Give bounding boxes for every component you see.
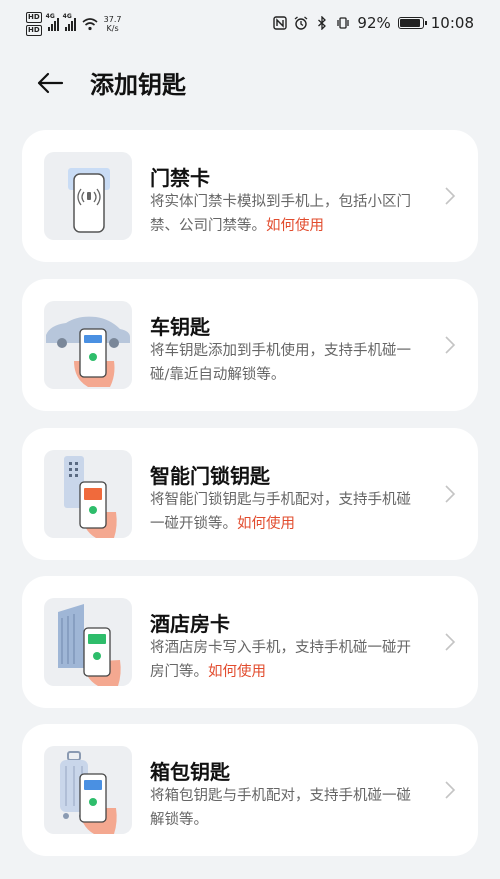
chevron-right-icon [445, 336, 456, 354]
hd-badge: HD [26, 25, 42, 36]
car-key-item[interactable]: 车钥匙 将车钥匙添加到手机使用，支持手机碰一碰/靠近自动解锁等。 [22, 279, 478, 411]
card-description: 将车钥匙添加到手机使用，支持手机碰一碰/靠近自动解锁等。 [150, 339, 424, 387]
hd-indicators: HD HD [26, 12, 42, 36]
how-to-use-link[interactable]: 如何使用 [237, 516, 295, 532]
car-key-illustration [44, 301, 132, 389]
card-title: 门禁卡 [150, 166, 210, 190]
net-speed: 37.7 K/s [104, 15, 122, 33]
access-card-illustration [44, 152, 132, 240]
page-header: 添加钥匙 [0, 55, 500, 111]
luggage-key-illustration [44, 746, 132, 834]
card-description: 将酒店房卡写入手机，支持手机碰一碰开房门等。如何使用 [150, 636, 424, 684]
card-desc-text: 将箱包钥匙与手机配对，支持手机碰一碰解锁等。 [150, 788, 411, 828]
bluetooth-icon [318, 16, 327, 30]
status-right-group: 92% 10:08 [273, 14, 474, 32]
hotel-card-illustration [44, 598, 132, 686]
card-title: 箱包钥匙 [150, 760, 230, 784]
card-title: 智能门锁钥匙 [150, 464, 270, 488]
how-to-use-link[interactable]: 如何使用 [266, 218, 324, 234]
wifi-icon [82, 18, 98, 31]
status-bar: HD HD 4G 4G 37.7 K/s 92% 10:08 [0, 0, 500, 50]
network-tag: 4G [62, 13, 72, 20]
chevron-right-icon [445, 781, 456, 799]
card-description: 将智能门锁钥匙与手机配对，支持手机碰一碰开锁等。如何使用 [150, 488, 424, 536]
access-card-item[interactable]: 门禁卡 将实体门禁卡模拟到手机上，包括小区门禁、公司门禁等。如何使用 [22, 130, 478, 262]
smart-lock-key-item[interactable]: 智能门锁钥匙 将智能门锁钥匙与手机配对，支持手机碰一碰开锁等。如何使用 [22, 428, 478, 560]
hd-badge: HD [26, 12, 42, 23]
net-speed-value: 37.7 [103, 15, 122, 24]
chevron-right-icon [445, 187, 456, 205]
net-speed-unit: K/s [106, 24, 119, 33]
alarm-icon [295, 16, 308, 30]
network-tag: 4G [45, 13, 55, 20]
how-to-use-link[interactable]: 如何使用 [208, 664, 266, 680]
card-title: 酒店房卡 [150, 612, 230, 636]
smart-lock-illustration [44, 450, 132, 538]
card-desc-text: 将酒店房卡写入手机，支持手机碰一碰开房门等。 [150, 640, 411, 680]
card-description: 将实体门禁卡模拟到手机上，包括小区门禁、公司门禁等。如何使用 [150, 190, 424, 238]
hotel-room-card-item[interactable]: 酒店房卡 将酒店房卡写入手机，支持手机碰一碰开房门等。如何使用 [22, 576, 478, 708]
chevron-right-icon [445, 633, 456, 651]
battery-percent: 92% [357, 14, 391, 32]
card-title: 车钥匙 [150, 315, 210, 339]
status-left-group: HD HD 4G 4G 37.7 K/s [26, 12, 121, 36]
page-title: 添加钥匙 [90, 71, 186, 99]
battery-fill [399, 19, 420, 27]
battery-icon [397, 17, 427, 29]
vibrate-icon [337, 17, 350, 29]
back-arrow-icon[interactable] [34, 67, 66, 99]
luggage-key-item[interactable]: 箱包钥匙 将箱包钥匙与手机配对，支持手机碰一碰解锁等。 [22, 724, 478, 856]
card-description: 将箱包钥匙与手机配对，支持手机碰一碰解锁等。 [150, 784, 424, 832]
clock: 10:08 [430, 14, 474, 32]
signal-icon: 4G [63, 13, 76, 31]
nfc-icon [273, 16, 288, 30]
chevron-right-icon [445, 485, 456, 503]
card-desc-text: 将车钥匙添加到手机使用，支持手机碰一碰/靠近自动解锁等。 [150, 343, 411, 383]
signal-icon: 4G [46, 13, 59, 31]
